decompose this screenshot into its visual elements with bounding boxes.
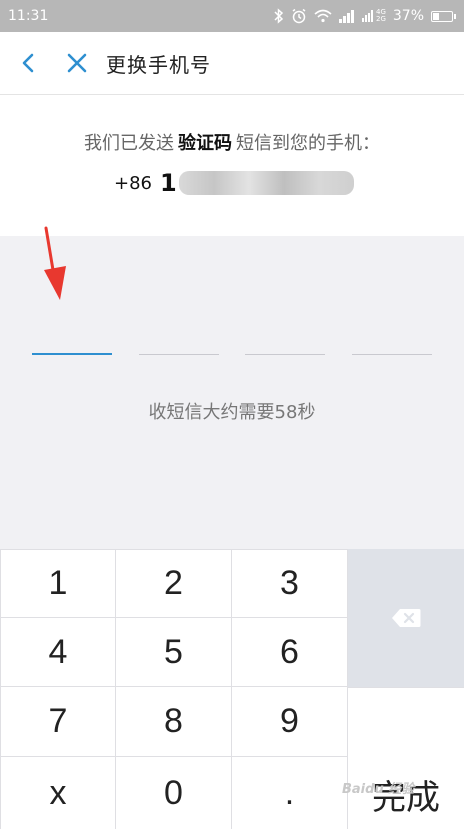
network-type: 4G 2G [361, 9, 386, 23]
key-label: 7 [48, 702, 68, 740]
phone-number-redacted [178, 171, 354, 195]
code-digit-2[interactable] [139, 354, 219, 355]
key-label: 6 [280, 632, 299, 671]
battery-fill [433, 12, 439, 20]
status-time: 11:31 [8, 8, 49, 24]
battery-icon [431, 10, 456, 22]
key-label: 0 [164, 773, 183, 812]
key-0[interactable]: 0 [116, 757, 231, 829]
nav-bar: 更换手机号 [0, 32, 464, 95]
sms-message-prefix: 我们已发送 [84, 133, 174, 154]
backspace-icon [392, 609, 421, 627]
key-7[interactable]: 7 [1, 687, 115, 756]
key-label: 2 [164, 564, 183, 602]
sms-sent-message: 我们已发送 验证码 短信到您的手机： [0, 129, 464, 155]
key-x[interactable]: x [1, 757, 115, 829]
chevron-left-icon[interactable] [17, 52, 39, 74]
key-9[interactable]: 9 [232, 687, 347, 756]
key-3[interactable]: 3 [232, 550, 347, 617]
key-8[interactable]: 8 [116, 687, 231, 756]
sms-info: 我们已发送 验证码 短信到您的手机： +86 1 [0, 95, 464, 236]
alarm-icon [292, 8, 306, 24]
network-2g: 2G [375, 15, 386, 23]
delete-button[interactable] [348, 549, 464, 687]
key-label: 8 [164, 702, 183, 740]
signal-icon-secondary [361, 10, 373, 22]
red-arrow-annotation [44, 226, 66, 300]
key-label: 1 [48, 564, 68, 602]
done-button[interactable]: 完成 [348, 688, 464, 829]
wifi-icon [314, 9, 332, 23]
status-bar: 11:31 4G 2G 37% [0, 0, 464, 32]
country-code: +86 [114, 172, 152, 194]
key-label: 9 [280, 702, 299, 740]
key-label: 3 [280, 564, 299, 602]
phone-first-digit: 1 [160, 169, 177, 197]
key-2[interactable]: 2 [116, 550, 231, 617]
key-5[interactable]: 5 [116, 618, 231, 686]
sms-message-suffix: 短信到您的手机： [236, 133, 380, 154]
code-digit-1[interactable] [32, 353, 112, 355]
sms-wait-hint: 收短信大约需要58秒 [148, 402, 316, 423]
close-icon[interactable] [66, 52, 88, 74]
battery-percent: 37% [392, 8, 424, 24]
page-title: 更换手机号 [106, 53, 211, 77]
key-label: 5 [164, 632, 183, 671]
status-icons: 4G 2G 37% [274, 8, 456, 24]
key-label: 4 [48, 632, 68, 671]
signal-icon [338, 10, 354, 23]
key-1[interactable]: 1 [1, 550, 115, 617]
bluetooth-icon [274, 8, 284, 24]
key-6[interactable]: 6 [232, 618, 347, 686]
key-dot[interactable]: . [232, 757, 347, 829]
key-label: x [49, 773, 67, 812]
key-label: . [284, 773, 295, 812]
key-4[interactable]: 4 [1, 618, 115, 686]
code-digit-4[interactable] [352, 354, 432, 355]
sms-message-bold: 验证码 [178, 133, 232, 154]
phone-number: +86 1 [114, 169, 354, 197]
code-digit-3[interactable] [245, 354, 325, 355]
watermark: Baidu 经验 [342, 782, 415, 797]
